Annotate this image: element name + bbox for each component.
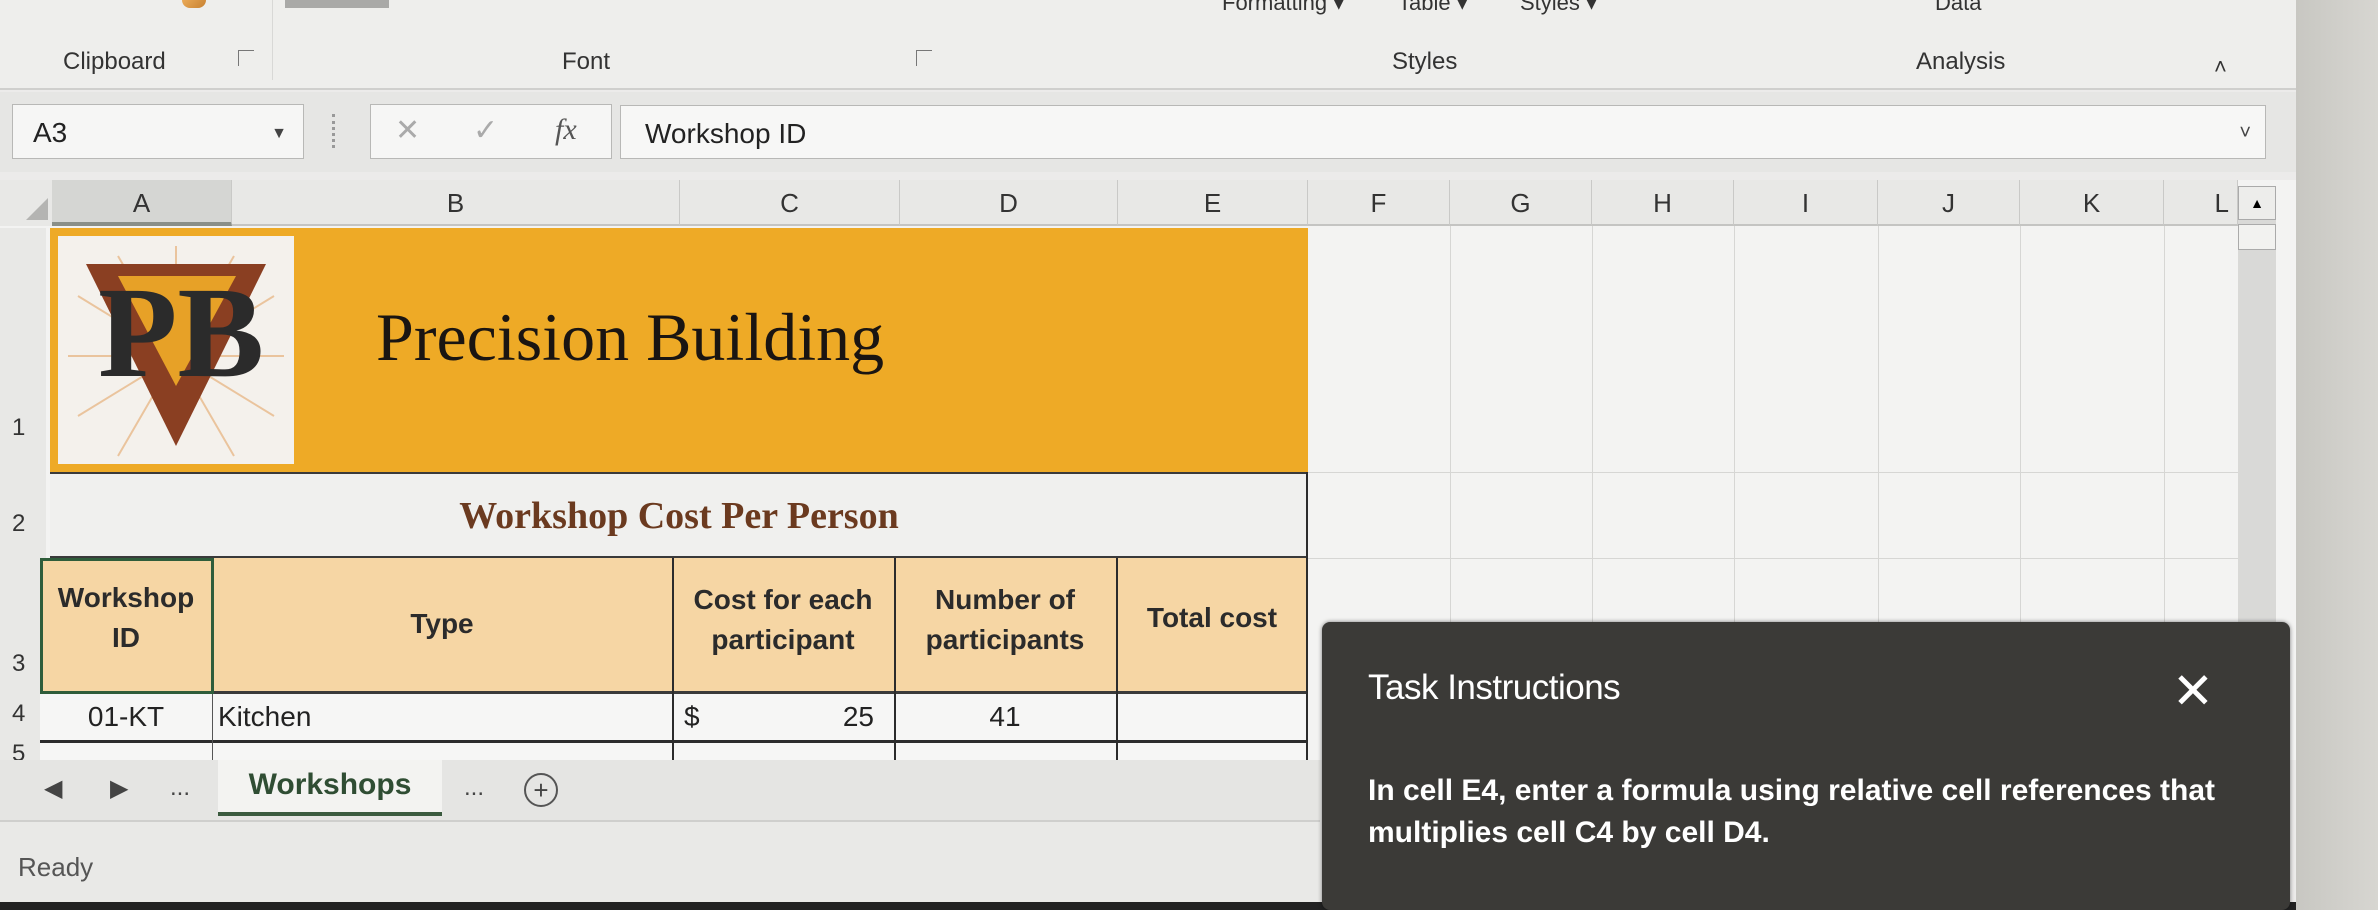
- format-painter-icon[interactable]: [182, 0, 206, 8]
- column-border: [1306, 472, 1308, 760]
- column-header-D[interactable]: D: [900, 180, 1118, 226]
- row-header-2[interactable]: 2: [0, 472, 46, 558]
- status-bar: Ready: [0, 822, 1320, 910]
- task-instructions-panel: Task Instructions ✕ In cell E4, enter a …: [1322, 622, 2290, 910]
- header-cell-type[interactable]: Type: [212, 558, 672, 694]
- column-header-H[interactable]: H: [1592, 180, 1734, 226]
- group-label-analysis: Analysis: [1916, 48, 2006, 75]
- banner-row: PB Precision Building: [50, 228, 1308, 472]
- subtitle-row: Workshop Cost Per Person: [50, 472, 1308, 558]
- header-cell-total[interactable]: Total cost: [1116, 558, 1308, 694]
- next-sheet-icon[interactable]: ▶: [110, 774, 128, 803]
- column-border: [672, 558, 674, 760]
- header-line: participants: [925, 624, 1085, 655]
- name-box-value: A3: [33, 117, 68, 148]
- analyze-data-button[interactable]: Data: [1935, 0, 1981, 16]
- add-sheet-icon[interactable]: +: [524, 773, 558, 807]
- clipboard-dialog-launcher-icon[interactable]: [238, 50, 254, 66]
- column-border: [894, 558, 896, 760]
- font-dialog-launcher-icon[interactable]: [916, 50, 932, 66]
- header-line: Total cost: [1146, 602, 1278, 633]
- sheet-tab-bar: ◀ ▶ ... Workshops ... +: [0, 760, 1320, 822]
- cancel-icon[interactable]: ✕: [395, 113, 420, 148]
- scrollbar-thumb[interactable]: [2238, 224, 2276, 250]
- column-header-F[interactable]: F: [1308, 180, 1450, 226]
- sheet-tab-workshops[interactable]: Workshops: [218, 760, 442, 816]
- cost-value: 25: [842, 701, 874, 732]
- gridline: [1308, 558, 2248, 559]
- column-header-I[interactable]: I: [1734, 180, 1878, 226]
- header-line: Cost for each: [693, 584, 873, 615]
- formula-input-value: Workshop ID: [645, 118, 807, 149]
- logo-graphic: PB: [68, 246, 284, 457]
- formula-input[interactable]: Workshop ID ˅: [620, 105, 2266, 159]
- header-line: Number of: [935, 584, 1075, 615]
- column-header-E[interactable]: E: [1118, 180, 1308, 226]
- more-sheets-left[interactable]: ...: [170, 774, 190, 802]
- more-sheets-right[interactable]: ...: [464, 774, 484, 802]
- scroll-up-icon[interactable]: ▲: [2238, 186, 2276, 220]
- insert-function-icon[interactable]: fx: [555, 113, 577, 147]
- chevron-down-icon[interactable]: ▼: [271, 125, 287, 143]
- column-header-B[interactable]: B: [232, 180, 680, 226]
- active-cell-selection: [40, 558, 214, 694]
- row-header-1[interactable]: 1: [0, 228, 46, 472]
- conditional-formatting-button[interactable]: Formatting ▾: [1222, 0, 1344, 16]
- resize-handle[interactable]: [332, 114, 336, 148]
- header-line: participant: [711, 624, 855, 655]
- cell-A4[interactable]: 01-KT: [40, 694, 212, 740]
- currency-symbol: $: [684, 701, 700, 732]
- group-label-clipboard: Clipboard: [63, 48, 166, 75]
- close-icon[interactable]: ✕: [2172, 662, 2214, 720]
- group-label-font: Font: [562, 48, 611, 75]
- header-cell-cost[interactable]: Cost for each participant: [672, 558, 894, 694]
- column-header-C[interactable]: C: [680, 180, 900, 226]
- enter-icon[interactable]: ✓: [473, 113, 498, 148]
- group-label-styles: Styles: [1392, 48, 1458, 75]
- excel-window: Formatting ▾ Table ▾ Styles ▾ Data Clipb…: [0, 0, 2378, 910]
- cell-C4[interactable]: $ 25: [672, 694, 894, 740]
- expand-formula-bar-icon[interactable]: ˅: [2239, 122, 2251, 145]
- cell-B4[interactable]: Kitchen: [212, 694, 672, 740]
- column-border: [1116, 558, 1118, 760]
- name-box[interactable]: A3 ▼: [12, 104, 304, 159]
- background-surface: [2296, 0, 2378, 910]
- task-title: Task Instructions: [1368, 668, 1621, 707]
- select-all-button[interactable]: [0, 180, 52, 226]
- svg-text:PB: PB: [98, 261, 264, 405]
- header-line: Type: [410, 608, 474, 639]
- collapse-ribbon-icon[interactable]: ˄: [2214, 54, 2227, 80]
- column-header-A[interactable]: A: [52, 180, 232, 226]
- task-body: In cell E4, enter a formula using relati…: [1368, 774, 2216, 849]
- column-header-G[interactable]: G: [1450, 180, 1592, 226]
- prev-sheet-icon[interactable]: ◀: [44, 774, 62, 803]
- status-text: Ready: [18, 852, 94, 882]
- company-logo[interactable]: PB: [58, 236, 294, 464]
- formula-controls: ✕ ✓ fx: [370, 104, 612, 159]
- header-cell-participants[interactable]: Number of participants: [894, 558, 1116, 694]
- column-header-L[interactable]: L: [2164, 180, 2238, 226]
- formula-bar: A3 ▼ ✕ ✓ fx Workshop ID ˅: [0, 92, 2296, 172]
- ribbon: Formatting ▾ Table ▾ Styles ▾ Data Clipb…: [0, 0, 2296, 90]
- banner-title: Precision Building: [376, 299, 885, 375]
- gridline: [1308, 472, 2248, 473]
- cell-D4[interactable]: 41: [894, 694, 1116, 740]
- column-header-J[interactable]: J: [1878, 180, 2020, 226]
- screen: Formatting ▾ Table ▾ Styles ▾ Data Clipb…: [0, 0, 2300, 910]
- cell-E4[interactable]: [1116, 694, 1308, 740]
- sheet-subtitle: Workshop Cost Per Person: [459, 495, 899, 537]
- cell-styles-button[interactable]: Styles ▾: [1520, 0, 1597, 16]
- ribbon-button-partial[interactable]: [285, 0, 389, 8]
- ribbon-separator: [272, 0, 273, 80]
- column-header-K[interactable]: K: [2020, 180, 2164, 226]
- format-as-table-button[interactable]: Table ▾: [1398, 0, 1468, 16]
